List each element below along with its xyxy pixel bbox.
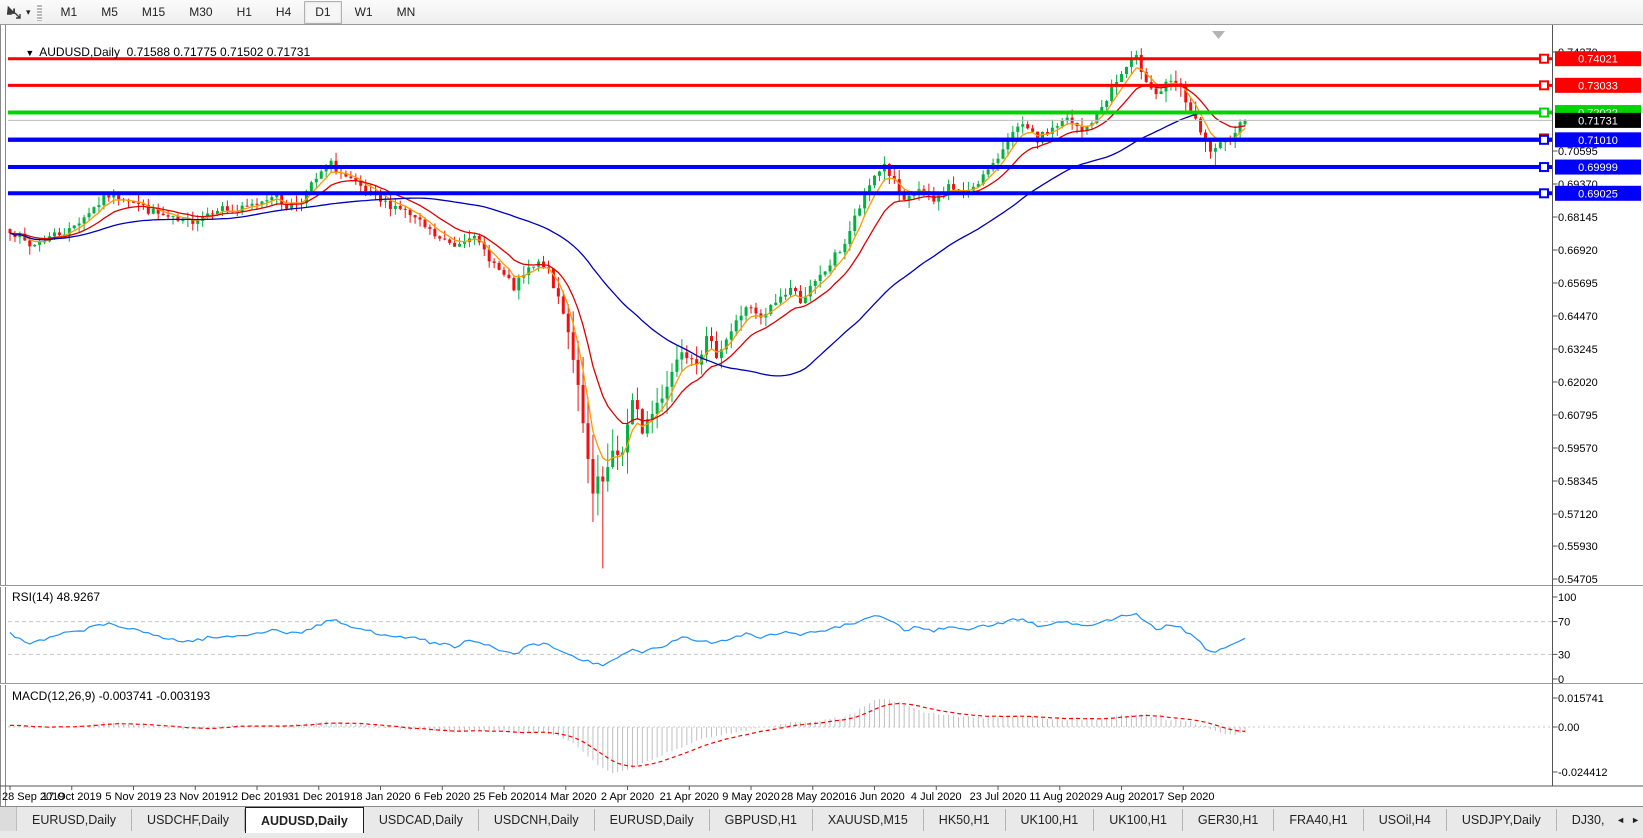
- chart-tab-usoil-h4[interactable]: USOil,H4: [1364, 809, 1447, 831]
- current-price-badge: 0.71731: [1578, 115, 1618, 127]
- chart-window[interactable]: 0.742700.705950.693700.681450.669200.656…: [0, 25, 1643, 806]
- date-tick-label: 21 Apr 2020: [660, 791, 719, 803]
- timeframe-button-m1[interactable]: M1: [50, 1, 89, 24]
- date-tick-label: 18 Jan 2020: [350, 791, 411, 803]
- price-line-badge: 0.69025: [1578, 188, 1618, 200]
- price-tick-label: 0.54705: [1558, 574, 1598, 586]
- date-tick-label: 23 Nov 2019: [164, 791, 226, 803]
- chart-tab-eurusd-daily[interactable]: EURUSD,Daily: [595, 809, 710, 831]
- price-tick-label: 0.59570: [1558, 443, 1598, 455]
- tabs-scroll-right-icon[interactable]: ►: [1631, 815, 1640, 825]
- date-tick-label: 17 Oct 2019: [42, 791, 102, 803]
- chart-tab-bar: EURUSD,Daily USDCHF,Daily AUDUSD,Daily USDC…: [0, 806, 1643, 838]
- date-tick-label: 29 Aug 2020: [1091, 791, 1153, 803]
- price-tick-label: 0.55930: [1558, 541, 1598, 553]
- timeframe-button-mn[interactable]: MN: [386, 1, 427, 24]
- price-tick-label: 0.65695: [1558, 278, 1598, 290]
- price-tick-label: 0.57120: [1558, 509, 1598, 521]
- rsi-tick-label: 70: [1558, 617, 1570, 629]
- price-line-badge: 0.74021: [1578, 54, 1618, 66]
- chart-tab-xauusd-m15[interactable]: XAUUSD,M15: [813, 809, 924, 831]
- price-tick-label: 0.70595: [1558, 146, 1598, 158]
- chart-tab-uk100-h1[interactable]: UK100,H1: [1094, 809, 1183, 831]
- rsi-tick-label: 30: [1558, 649, 1570, 661]
- collapse-icon[interactable]: ▼: [25, 48, 34, 58]
- date-tick-label: 11 Aug 2020: [1029, 791, 1090, 803]
- rsi-tick-label: 100: [1558, 592, 1576, 604]
- date-tick-label: 17 Sep 2020: [1152, 791, 1214, 803]
- price-line-badge: 0.71010: [1578, 135, 1618, 147]
- date-tick-label: 4 Jul 2020: [911, 791, 962, 803]
- macd-tick-label: 0.00: [1558, 722, 1579, 734]
- date-tick-label: 28 May 2020: [781, 791, 845, 803]
- toolbar: ▾ M1 M5 M15 M30 H1 H4 D1 W1 MN: [0, 0, 1643, 25]
- chart-tab-usdchf-daily[interactable]: USDCHF,Daily: [132, 809, 245, 831]
- date-tick-label: 31 Dec 2019: [288, 791, 350, 803]
- chart-tab-hk50-h1[interactable]: HK50,H1: [924, 809, 1006, 831]
- price-tick-label: 0.60795: [1558, 410, 1598, 422]
- chart-tab-fra40-h1[interactable]: FRA40,H1: [1274, 809, 1364, 831]
- price-tick-label: 0.58345: [1558, 476, 1598, 488]
- price-tick-label: 0.68145: [1558, 212, 1598, 224]
- price-tick-label: 0.63245: [1558, 344, 1598, 356]
- tabs-scroll-left-icon[interactable]: ◄: [1616, 815, 1625, 825]
- chart-tools-icon[interactable]: [4, 3, 26, 21]
- timeframe-button-h4[interactable]: H4: [265, 1, 302, 24]
- rsi-tick-label: 0: [1558, 674, 1564, 686]
- timeframe-button-w1[interactable]: W1: [344, 1, 384, 24]
- date-tick-label: 25 Feb 2020: [473, 791, 535, 803]
- timeframe-button-d1[interactable]: D1: [304, 0, 342, 24]
- price-line-badge: 0.73033: [1578, 80, 1618, 92]
- date-tick-label: 12 Dec 2019: [226, 791, 288, 803]
- chart-tab-uk100-h1[interactable]: UK100,H1: [1006, 809, 1095, 831]
- timeframe-button-m30[interactable]: M30: [178, 1, 223, 24]
- price-tick-label: 0.62020: [1558, 377, 1598, 389]
- price-line-badge: 0.69999: [1578, 162, 1618, 174]
- date-tick-label: 9 May 2020: [722, 791, 779, 803]
- date-tick-label: 23 Jul 2020: [970, 791, 1027, 803]
- price-tick-label: 0.64470: [1558, 311, 1598, 323]
- chart-tab-usdcad-daily[interactable]: USDCAD,Daily: [364, 809, 479, 831]
- toolbar-grip[interactable]: [36, 3, 42, 21]
- date-tick-label: 6 Feb 2020: [414, 791, 470, 803]
- chart-tab-dj30-daily[interactable]: DJ30,Daily: [1557, 809, 1605, 831]
- dropdown-caret-icon[interactable]: ▾: [26, 7, 31, 18]
- date-tick-label: 2 Apr 2020: [601, 791, 654, 803]
- tabbar-corner: [0, 807, 17, 831]
- chart-tab-usdjpy-daily[interactable]: USDJPY,Daily: [1447, 809, 1557, 831]
- macd-tick-label: 0.015741: [1558, 693, 1604, 705]
- rsi-indicator-label: RSI(14) 48.9267: [12, 590, 101, 604]
- timeframe-button-m15[interactable]: M15: [131, 1, 176, 24]
- macd-tick-label: -0.024412: [1558, 767, 1608, 779]
- macd-indicator-label: MACD(12,26,9) -0.003741 -0.003193: [12, 689, 211, 703]
- date-tick-label: 16 Jun 2020: [844, 791, 905, 803]
- date-tick-label: 5 Nov 2019: [105, 791, 161, 803]
- date-tick-label: 14 Mar 2020: [535, 791, 597, 803]
- chart-tab-ger30-h1[interactable]: GER30,H1: [1183, 809, 1275, 831]
- chart-tab-audusd-daily[interactable]: AUDUSD,Daily: [245, 807, 364, 833]
- chart-tab-gbpusd-h1[interactable]: GBPUSD,H1: [710, 809, 813, 831]
- chart-title: ▼ AUDUSD,Daily 0.71588 0.71775 0.71502 0.…: [12, 31, 310, 73]
- chart-canvas[interactable]: 0.742700.705950.693700.681450.669200.656…: [0, 25, 1643, 806]
- chart-title-text: AUDUSD,Daily 0.71588 0.71775 0.71502 0.7…: [39, 45, 311, 59]
- chart-tab-usdcnh-daily[interactable]: USDCNH,Daily: [479, 809, 595, 831]
- chart-tab-eurusd-daily[interactable]: EURUSD,Daily: [17, 809, 133, 831]
- timeframe-button-m5[interactable]: M5: [90, 1, 129, 24]
- timeframe-button-h1[interactable]: H1: [226, 1, 263, 24]
- price-tick-label: 0.66920: [1558, 245, 1598, 257]
